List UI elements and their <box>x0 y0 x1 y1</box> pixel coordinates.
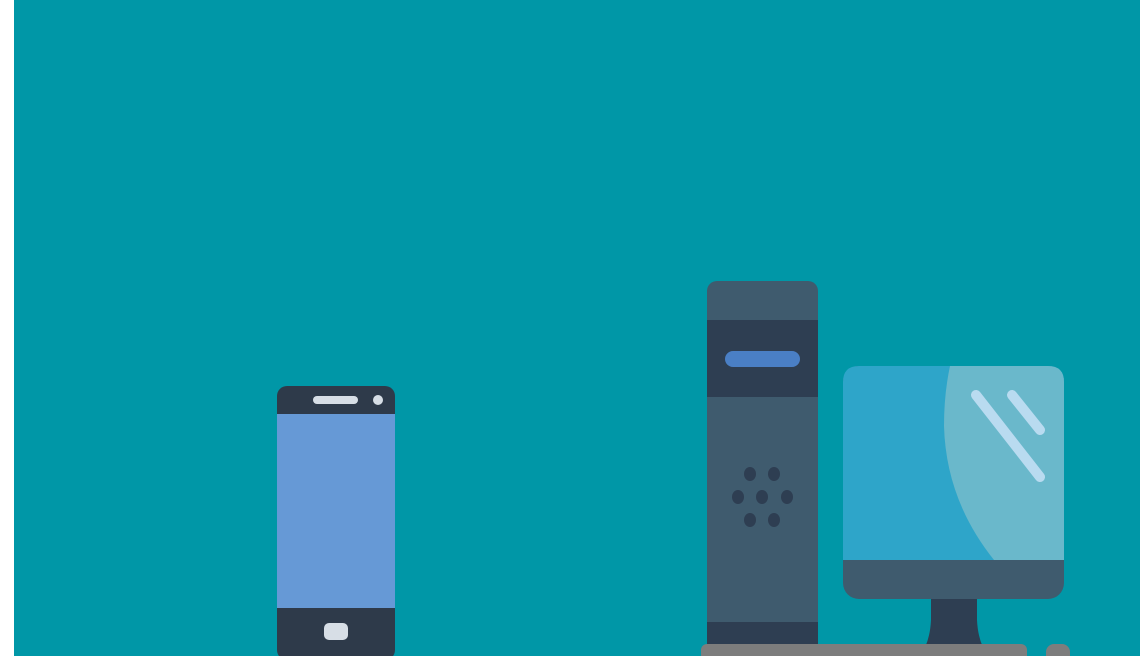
speaker-dot <box>768 513 780 527</box>
phone-screen <box>277 414 395 608</box>
phone-camera <box>373 395 383 405</box>
mouse-icon <box>1046 644 1070 656</box>
smartphone-icon <box>277 386 395 656</box>
speaker-dot <box>756 490 768 504</box>
speaker-dot <box>744 467 756 481</box>
phone-speaker <box>313 396 358 404</box>
phone-home-button <box>324 623 348 640</box>
devices-illustration <box>14 0 1140 656</box>
speaker-dot <box>732 490 744 504</box>
keyboard-icon <box>701 644 1027 656</box>
desktop-tower-icon <box>707 281 818 653</box>
speaker-dot <box>744 513 756 527</box>
illustration-canvas <box>14 0 1140 656</box>
speaker-dot <box>781 490 793 504</box>
speaker-dot <box>768 467 780 481</box>
tower-drive-slot <box>725 351 800 367</box>
